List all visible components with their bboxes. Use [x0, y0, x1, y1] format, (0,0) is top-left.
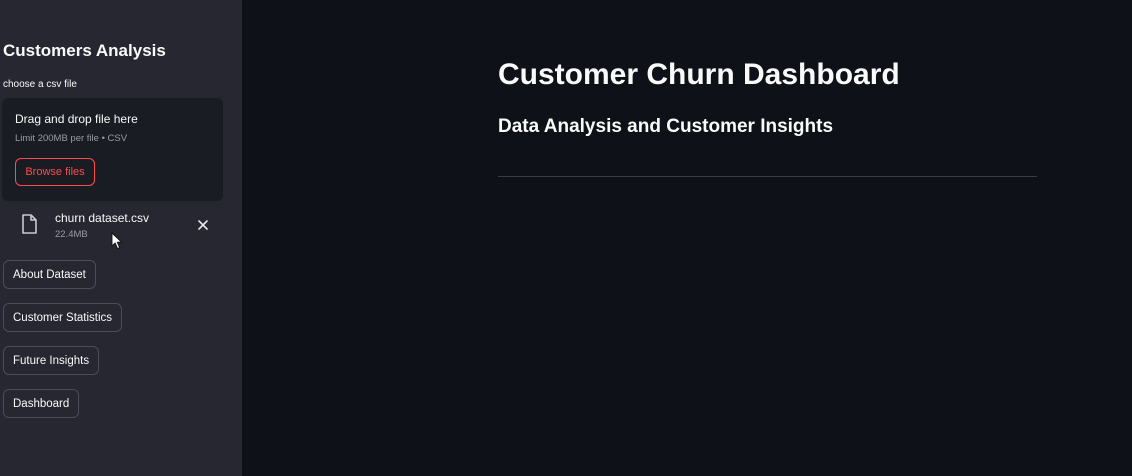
file-uploader-label: choose a csv file: [3, 79, 77, 90]
file-icon: [22, 214, 37, 234]
app-window: Customers Analysis choose a csv file Dra…: [0, 0, 1132, 476]
uploaded-file-size: 22.4MB: [55, 229, 88, 240]
uploaded-file-name: churn dataset.csv: [55, 211, 150, 225]
page-title: Customer Churn Dashboard: [498, 58, 900, 91]
page-subtitle: Data Analysis and Customer Insights: [498, 116, 834, 137]
dropzone-instructions: Drag and drop file here: [15, 112, 138, 126]
mouse-cursor-icon: [111, 232, 122, 249]
browse-files-button[interactable]: Browse files: [15, 158, 95, 186]
divider: [498, 176, 1037, 177]
sidebar: Customers Analysis choose a csv file Dra…: [0, 0, 242, 476]
dashboard-button[interactable]: Dashboard: [3, 389, 80, 418]
main-content: Customer Churn Dashboard Data Analysis a…: [242, 0, 1132, 476]
about-dataset-button[interactable]: About Dataset: [3, 260, 96, 289]
close-icon[interactable]: [195, 217, 211, 233]
future-insights-button[interactable]: Future Insights: [3, 346, 100, 375]
file-dropzone[interactable]: Drag and drop file here Limit 200MB per …: [2, 98, 223, 201]
dropzone-limit-text: Limit 200MB per file • CSV: [15, 133, 128, 144]
sidebar-title: Customers Analysis: [3, 41, 166, 60]
customer-statistics-button[interactable]: Customer Statistics: [3, 303, 123, 332]
